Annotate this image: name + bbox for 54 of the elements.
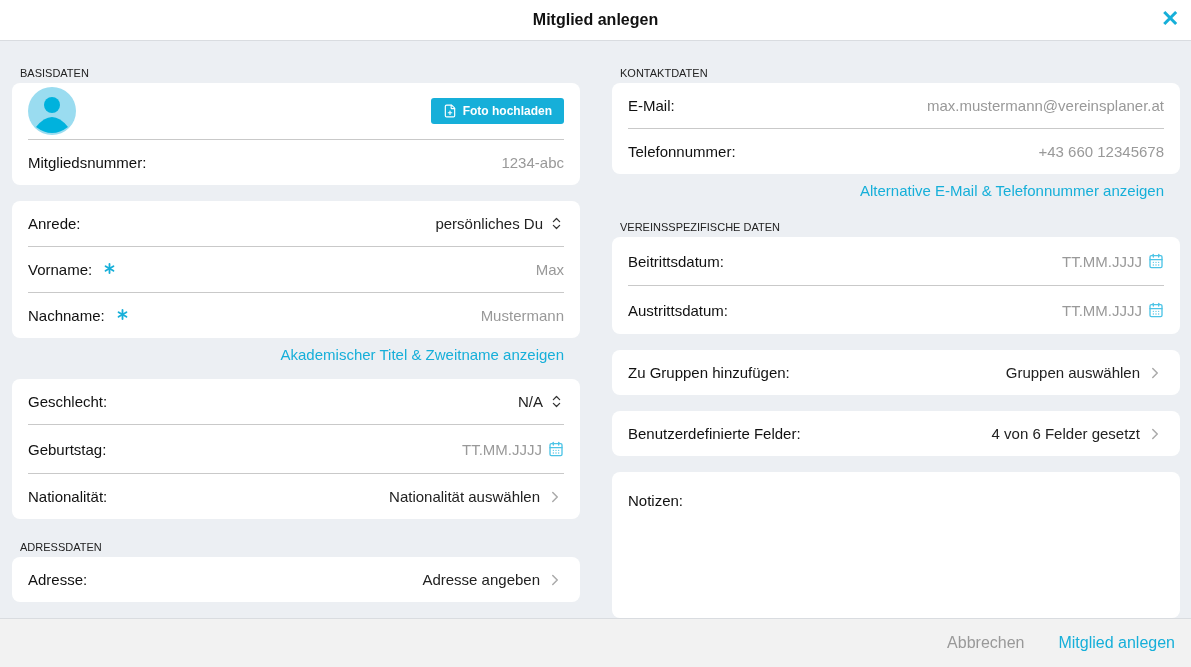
form-row[interactable]: Mitgliedsnummer: 1234-abc — [28, 139, 564, 185]
calendar-icon — [548, 441, 564, 457]
notes-field[interactable]: Notizen: — [612, 472, 1180, 618]
form-row[interactable]: Geschlecht: N/A — [28, 379, 564, 424]
nav-value: Adresse angeben — [422, 571, 540, 588]
section-heading: BASISDATEN — [19, 66, 90, 81]
field-placeholder: Max — [535, 261, 564, 278]
form-row[interactable]: Vorname: Max — [28, 246, 564, 292]
field-label: Nationalität: — [28, 488, 108, 505]
form-row[interactable]: Benutzerdefinierte Felder: 4 von 6 Felder gesetzt — [628, 411, 1164, 456]
field-label: Austrittsdatum: — [628, 301, 729, 319]
field-label: Adresse: — [28, 571, 88, 588]
field-placeholder: Mustermann — [480, 307, 564, 324]
field-label: E-Mail: — [628, 97, 675, 114]
form-row[interactable]: Nachname: Mustermann — [28, 292, 564, 338]
form-row[interactable]: Nationalität: Nationalität auswählen — [28, 473, 564, 519]
field-placeholder: +43 660 12345678 — [1038, 143, 1164, 160]
date-placeholder: TT.MM.JJJJ — [1062, 301, 1142, 319]
notes-label: Notizen: — [628, 492, 684, 509]
field-label: Nachname: — [28, 307, 105, 324]
field-label: Anrede: — [28, 215, 81, 232]
dialog-title: Mitglied anlegen — [532, 11, 659, 29]
nav-value: Nationalität auswählen — [389, 488, 540, 505]
field-label: Geschlecht: — [28, 393, 108, 410]
select-value: N/A — [518, 393, 543, 410]
form-row[interactable]: Beitrittsdatum: TT.MM.JJJJ — [628, 237, 1164, 285]
field-placeholder: 1234-abc — [501, 154, 564, 171]
section-heading: ADRESSDATEN — [19, 540, 103, 555]
date-placeholder: TT.MM.JJJJ — [1062, 252, 1142, 270]
section-heading: KONTAKTDATEN — [619, 66, 709, 81]
section-heading: VEREINSSPEZIFISCHE DATEN — [619, 220, 781, 235]
field-label: Geburtstag: — [28, 440, 107, 458]
form-row[interactable]: Adresse: Adresse angeben — [28, 557, 564, 602]
field-label: Zu Gruppen hinzufügen: — [628, 364, 790, 381]
form-row[interactable]: Zu Gruppen hinzufügen: Gruppen auswählen — [628, 350, 1164, 395]
form-row[interactable]: Geburtstag: TT.MM.JJJJ — [28, 424, 564, 473]
field-label: Benutzerdefinierte Felder: — [628, 425, 801, 442]
nav-value: 4 von 6 Felder gesetzt — [991, 425, 1140, 442]
avatar-icon — [28, 87, 76, 135]
field-label: Beitrittsdatum: — [628, 252, 724, 270]
nav-value: Gruppen auswählen — [1005, 364, 1140, 381]
field-label: Telefonnummer: — [628, 143, 736, 160]
form-row[interactable]: Austrittsdatum: TT.MM.JJJJ — [628, 285, 1164, 334]
calendar-icon — [1148, 253, 1164, 269]
calendar-icon — [1148, 302, 1164, 318]
form-row[interactable]: E-Mail: max.mustermann@vereinsplaner.at — [628, 83, 1164, 128]
file-plus-icon — [442, 104, 457, 118]
select-value: persönliches Du — [435, 215, 543, 232]
field-label: Vorname: — [28, 261, 93, 278]
field-label: Mitgliedsnummer: — [28, 154, 147, 171]
field-placeholder: max.mustermann@vereinsplaner.at — [927, 97, 1164, 114]
form-row[interactable]: Telefonnummer: +43 660 12345678 — [628, 128, 1164, 174]
date-placeholder: TT.MM.JJJJ — [462, 440, 542, 458]
form-row[interactable]: Anrede: persönliches Du — [28, 201, 564, 246]
